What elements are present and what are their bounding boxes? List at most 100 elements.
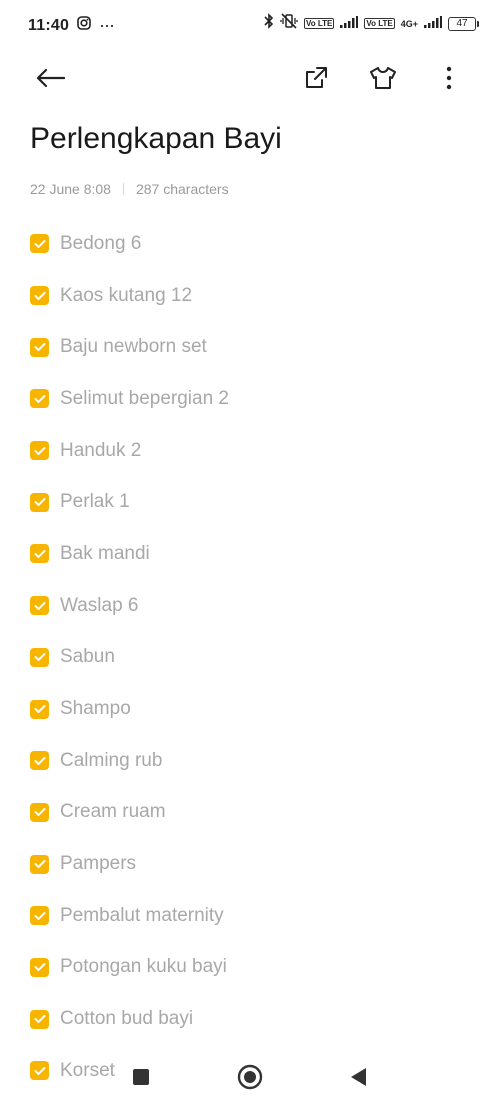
- checklist-item[interactable]: Selimut bepergian 2: [0, 373, 500, 425]
- vibrate-off-icon: [280, 13, 298, 34]
- checklist-item-label[interactable]: Pampers: [60, 853, 136, 875]
- checklist-item-label[interactable]: Perlak 1: [60, 491, 130, 513]
- checkbox-checked[interactable]: [30, 957, 49, 977]
- note-toolbar: [0, 56, 500, 104]
- back-button[interactable]: [28, 56, 72, 100]
- checklist-item[interactable]: Sabun: [0, 632, 500, 684]
- checkbox-checked[interactable]: [30, 492, 49, 512]
- checkmark-icon: [34, 756, 45, 765]
- checklist-item-label[interactable]: Shampo: [60, 698, 131, 720]
- status-bar: 11:40 ··· Vo LTE Vo LTE 4G+ 47: [0, 0, 500, 48]
- bluetooth-icon: [264, 13, 274, 34]
- checkbox-checked[interactable]: [30, 544, 49, 564]
- back-nav-button[interactable]: [338, 1057, 378, 1097]
- checklist-item[interactable]: Bedong 6: [0, 218, 500, 270]
- volte-badge-2: Vo LTE: [364, 18, 395, 29]
- checkbox-checked[interactable]: [30, 699, 49, 719]
- circle-home-icon: [237, 1064, 263, 1090]
- checkmark-icon: [34, 705, 45, 714]
- meta-divider: [122, 183, 124, 195]
- checkbox-checked[interactable]: [30, 1009, 49, 1029]
- checkmark-icon: [34, 549, 45, 558]
- checkbox-checked[interactable]: [30, 802, 49, 822]
- checklist-item[interactable]: Shampo: [0, 683, 500, 735]
- checklist-item[interactable]: Handuk 2: [0, 425, 500, 477]
- more-notifications-icon: ···: [99, 15, 115, 35]
- checklist-item-label[interactable]: Cotton bud bayi: [60, 1008, 193, 1030]
- checkbox-checked[interactable]: [30, 906, 49, 926]
- share-external-icon: [306, 67, 327, 88]
- checkmark-icon: [34, 653, 45, 662]
- checklist-item-label[interactable]: Baju newborn set: [60, 336, 207, 358]
- note-char-count: 287 characters: [135, 181, 229, 197]
- battery-indicator: 47: [448, 16, 479, 31]
- network-type: 4G+: [400, 18, 418, 29]
- checklist-item-label[interactable]: Selimut bepergian 2: [60, 388, 229, 410]
- checklist-item-label[interactable]: Pembalut maternity: [60, 905, 224, 927]
- checkbox-checked[interactable]: [30, 337, 49, 357]
- more-vertical-icon: [446, 66, 452, 90]
- checklist-item[interactable]: Pembalut maternity: [0, 890, 500, 942]
- checklist-item-label[interactable]: Calming rub: [60, 750, 162, 772]
- checkmark-icon: [34, 343, 45, 352]
- status-time: 11:40: [28, 16, 70, 34]
- arrow-left-icon: [36, 68, 65, 88]
- checkmark-icon: [34, 601, 45, 610]
- signal-icon-1: [340, 15, 359, 33]
- checklist-item[interactable]: Calming rub: [0, 735, 500, 787]
- system-nav-bar: [0, 1049, 500, 1111]
- note-title[interactable]: Perlengkapan Bayi: [30, 122, 282, 156]
- checklist-item-label[interactable]: Handuk 2: [60, 440, 141, 462]
- checklist-item[interactable]: Perlak 1: [0, 476, 500, 528]
- home-button[interactable]: [230, 1057, 270, 1097]
- recents-button[interactable]: [121, 1057, 161, 1097]
- theme-button[interactable]: [361, 56, 405, 100]
- status-left: 11:40 ···: [28, 15, 115, 36]
- checkmark-icon: [34, 860, 45, 869]
- checkmark-icon: [34, 446, 45, 455]
- tshirt-icon: [370, 67, 396, 89]
- checkmark-icon: [34, 1015, 45, 1024]
- checkmark-icon: [34, 808, 45, 817]
- note-meta: 22 June 8:08 287 characters: [30, 181, 229, 197]
- more-options-button[interactable]: [427, 56, 471, 100]
- checklist-item[interactable]: Cotton bud bayi: [0, 993, 500, 1045]
- checkbox-checked[interactable]: [30, 389, 49, 409]
- checkbox-checked[interactable]: [30, 234, 49, 254]
- checkmark-icon: [34, 291, 45, 300]
- checklist-item[interactable]: Potongan kuku bayi: [0, 942, 500, 994]
- checkmark-icon: [34, 911, 45, 920]
- checklist-item-label[interactable]: Sabun: [60, 646, 115, 668]
- checklist-item[interactable]: Pampers: [0, 838, 500, 890]
- checklist-item-label[interactable]: Waslap 6: [60, 595, 139, 617]
- volte-badge-1: Vo LTE: [303, 18, 335, 29]
- note-date: 22 June 8:08: [30, 181, 111, 197]
- checkbox-checked[interactable]: [30, 286, 49, 306]
- checkmark-icon: [34, 239, 45, 248]
- checkbox-checked[interactable]: [30, 854, 49, 874]
- checklist-item-label[interactable]: Kaos kutang 12: [60, 285, 192, 307]
- instagram-icon: [77, 16, 91, 35]
- checklist: Bedong 6 Kaos kutang 12 Baju newborn set Se…: [0, 218, 500, 1097]
- checklist-item-label[interactable]: Cream ruam: [60, 801, 166, 823]
- status-right: Vo LTE Vo LTE 4G+ 47: [264, 13, 479, 34]
- checkbox-checked[interactable]: [30, 596, 49, 616]
- signal-icon-2: [424, 15, 442, 33]
- checklist-item[interactable]: Waslap 6: [0, 580, 500, 632]
- checklist-item[interactable]: Cream ruam: [0, 787, 500, 839]
- checklist-item[interactable]: Baju newborn set: [0, 321, 500, 373]
- checklist-item[interactable]: Kaos kutang 12: [0, 270, 500, 322]
- checkbox-checked[interactable]: [30, 751, 49, 771]
- square-icon: [133, 1069, 149, 1085]
- checkmark-icon: [34, 498, 45, 507]
- checkbox-checked[interactable]: [30, 647, 49, 667]
- checkmark-icon: [34, 394, 45, 403]
- triangle-back-icon: [351, 1068, 366, 1086]
- checkmark-icon: [34, 963, 45, 972]
- checklist-item-label[interactable]: Bak mandi: [60, 543, 150, 565]
- checklist-item-label[interactable]: Bedong 6: [60, 233, 141, 255]
- checklist-item-label[interactable]: Potongan kuku bayi: [60, 956, 227, 978]
- checklist-item[interactable]: Bak mandi: [0, 528, 500, 580]
- share-button[interactable]: [294, 56, 338, 100]
- checkbox-checked[interactable]: [30, 441, 49, 461]
